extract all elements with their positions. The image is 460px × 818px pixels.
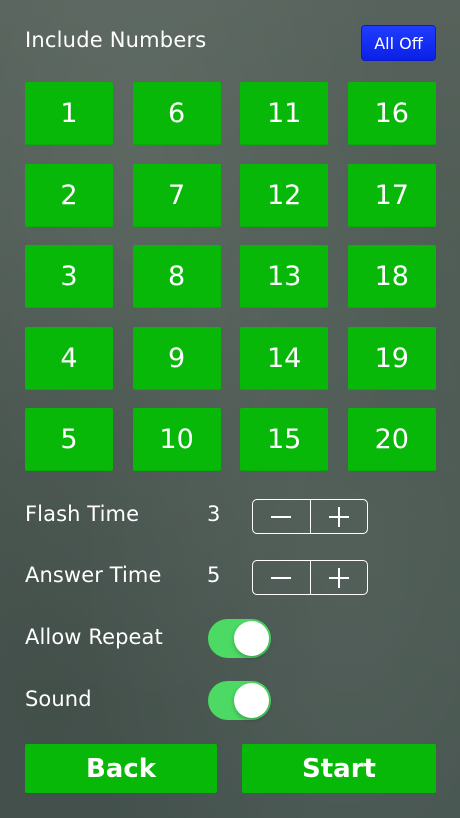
answer-time-label: Answer Time xyxy=(25,563,162,587)
number-button-7[interactable]: 7 xyxy=(132,163,221,227)
number-button-19[interactable]: 19 xyxy=(347,326,436,390)
number-button-5[interactable]: 5 xyxy=(25,408,113,471)
plus-icon xyxy=(328,506,349,527)
number-button-4[interactable]: 4 xyxy=(25,326,113,390)
number-button-2[interactable]: 2 xyxy=(25,163,113,227)
number-button-13[interactable]: 13 xyxy=(240,245,329,308)
number-button-17[interactable]: 17 xyxy=(347,163,436,227)
number-button-9[interactable]: 9 xyxy=(132,326,221,390)
answer-time-stepper xyxy=(252,560,368,595)
flash-time-label: Flash Time xyxy=(25,502,140,526)
number-button-6[interactable]: 6 xyxy=(132,82,221,145)
all-off-button[interactable]: All Off xyxy=(361,25,436,61)
sound-label: Sound xyxy=(25,687,92,711)
start-button[interactable]: Start xyxy=(242,744,436,793)
answer-time-increment-button[interactable] xyxy=(309,561,368,594)
minus-icon xyxy=(271,515,292,518)
flash-time-increment-button[interactable] xyxy=(309,500,368,533)
allow-repeat-toggle[interactable] xyxy=(208,619,271,658)
page-title: Include Numbers xyxy=(25,28,207,52)
number-button-8[interactable]: 8 xyxy=(132,245,221,308)
number-grid: 1 6 11 16 2 7 12 17 3 8 13 18 4 9 14 19 … xyxy=(25,82,436,471)
answer-time-decrement-button[interactable] xyxy=(253,561,310,594)
back-button[interactable]: Back xyxy=(25,744,217,793)
toggle-knob xyxy=(234,683,269,718)
number-button-16[interactable]: 16 xyxy=(347,82,436,145)
number-button-3[interactable]: 3 xyxy=(25,245,113,308)
number-button-20[interactable]: 20 xyxy=(347,408,436,471)
flash-time-stepper xyxy=(252,499,368,534)
sound-toggle[interactable] xyxy=(208,681,271,720)
allow-repeat-label: Allow Repeat xyxy=(25,625,163,649)
minus-icon xyxy=(271,576,292,579)
flash-time-value: 3 xyxy=(207,502,221,526)
number-button-18[interactable]: 18 xyxy=(347,245,436,308)
number-button-1[interactable]: 1 xyxy=(25,82,113,145)
number-button-10[interactable]: 10 xyxy=(132,408,221,471)
number-button-14[interactable]: 14 xyxy=(240,326,329,390)
toggle-knob xyxy=(234,621,269,656)
number-button-12[interactable]: 12 xyxy=(240,163,329,227)
number-button-11[interactable]: 11 xyxy=(240,82,329,145)
answer-time-value: 5 xyxy=(207,563,221,587)
plus-icon xyxy=(328,567,349,588)
number-button-15[interactable]: 15 xyxy=(240,408,329,471)
flash-time-decrement-button[interactable] xyxy=(253,500,310,533)
